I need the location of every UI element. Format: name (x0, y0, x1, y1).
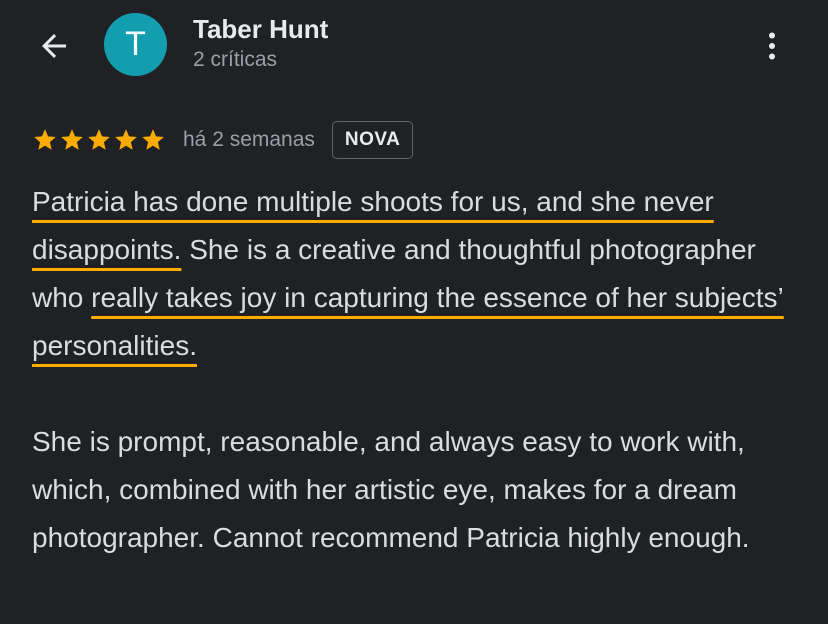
review-text: Patricia has done multiple shoots for us… (32, 178, 812, 562)
star-icon (61, 129, 83, 150)
review-time: há 2 semanas (183, 128, 315, 151)
new-badge: NOVA (331, 121, 414, 159)
star-icon (115, 129, 137, 150)
more-vert-icon (769, 32, 775, 60)
back-button[interactable] (30, 22, 78, 70)
star-rating (32, 127, 166, 153)
avatar[interactable]: T (104, 13, 167, 76)
review-meta: há 2 semanas NOVA (32, 118, 414, 162)
more-options-button[interactable] (750, 22, 794, 70)
star-icon (142, 129, 164, 150)
review-count: 2 críticas (193, 48, 278, 71)
review-paragraph-1: Patricia has done multiple shoots for us… (32, 178, 812, 370)
review-paragraph-2: She is prompt, reasonable, and always ea… (32, 426, 750, 553)
highlighted-text: really takes joy in capturing the essenc… (32, 282, 784, 361)
star-icon (34, 129, 56, 150)
reviewer-name[interactable]: Taber Hunt (193, 14, 328, 45)
arrow-back-icon (42, 34, 66, 58)
reviewer-header: T Taber Hunt 2 críticas (0, 0, 828, 100)
star-icon (88, 129, 110, 150)
